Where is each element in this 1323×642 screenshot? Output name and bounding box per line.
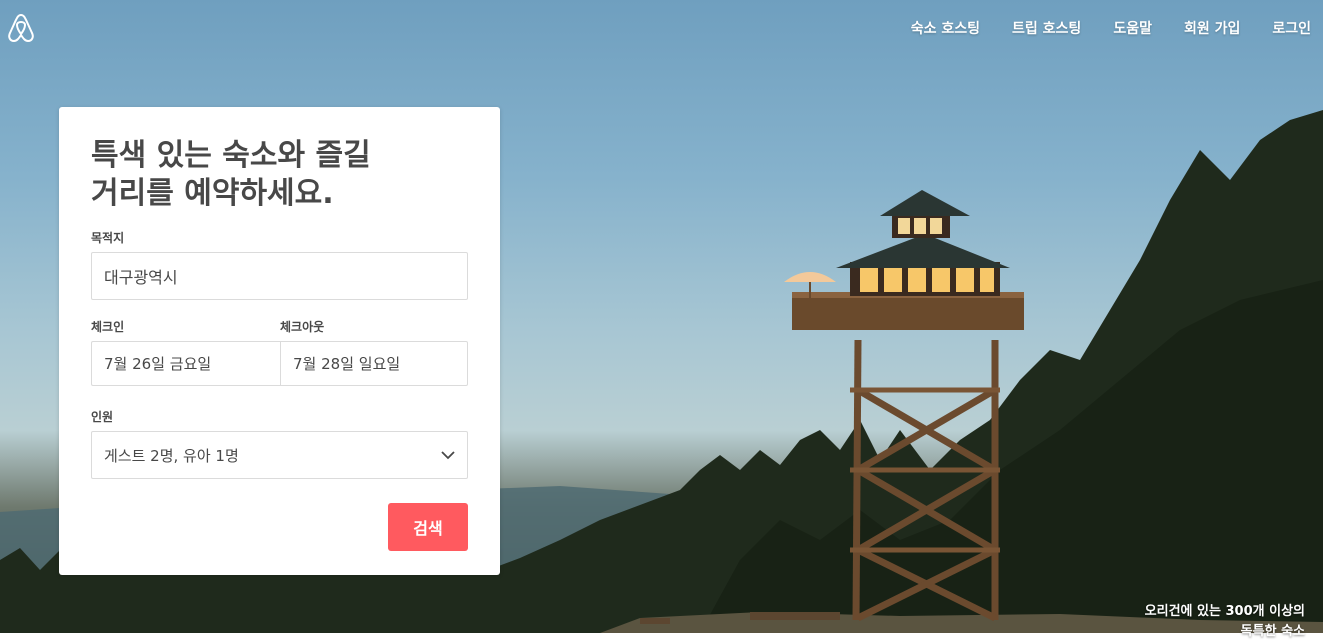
nav-log-in[interactable]: 로그인 [1272, 18, 1311, 38]
photo-caption[interactable]: 오리건에 있는 300개 이상의 독특한 숙소 [1105, 602, 1305, 642]
caption-line-1: 오리건에 있는 300개 이상의 [1144, 604, 1305, 619]
destination-label: 목적지 [91, 231, 125, 245]
caption-line-2: 독특한 숙소 [1240, 624, 1305, 639]
checkin-label: 체크인 [91, 320, 125, 334]
guests-value: 게스트 2명, 유아 1명 [104, 446, 239, 465]
nav-help[interactable]: 도움말 [1113, 18, 1152, 38]
search-card: 특색 있는 숙소와 즐길 거리를 예약하세요. 목적지 대구광역시 체크인 체크… [59, 107, 500, 575]
nav-links: 숙소 호스팅 트립 호스팅 도움말 회원 가입 로그인 [879, 18, 1311, 38]
destination-value: 대구광역시 [104, 268, 178, 287]
checkin-value: 7월 26일 금요일 [104, 355, 212, 373]
checkout-input[interactable]: 7월 28일 일요일 [280, 341, 468, 386]
guests-label: 인원 [91, 410, 114, 424]
checkout-label: 체크아웃 [280, 320, 325, 334]
guests-select[interactable]: 게스트 2명, 유아 1명 [91, 431, 468, 479]
top-navigation: 숙소 호스팅 트립 호스팅 도움말 회원 가입 로그인 [0, 0, 1323, 56]
search-button[interactable]: 검색 [388, 503, 468, 551]
search-headline: 특색 있는 숙소와 즐길 거리를 예약하세요. [91, 137, 421, 213]
checkout-value: 7월 28일 일요일 [293, 355, 401, 373]
nav-host-experience[interactable]: 트립 호스팅 [1012, 18, 1081, 38]
chevron-down-icon [441, 451, 455, 460]
headline-line-2: 거리를 예약하세요. [91, 176, 334, 211]
airbnb-logo-icon[interactable] [6, 12, 36, 44]
nav-host-home[interactable]: 숙소 호스팅 [911, 18, 980, 38]
destination-input[interactable]: 대구광역시 [91, 252, 468, 300]
checkin-input[interactable]: 7월 26일 금요일 [91, 341, 281, 386]
headline-line-1: 특색 있는 숙소와 즐길 [91, 138, 371, 173]
nav-sign-up[interactable]: 회원 가입 [1184, 18, 1240, 38]
